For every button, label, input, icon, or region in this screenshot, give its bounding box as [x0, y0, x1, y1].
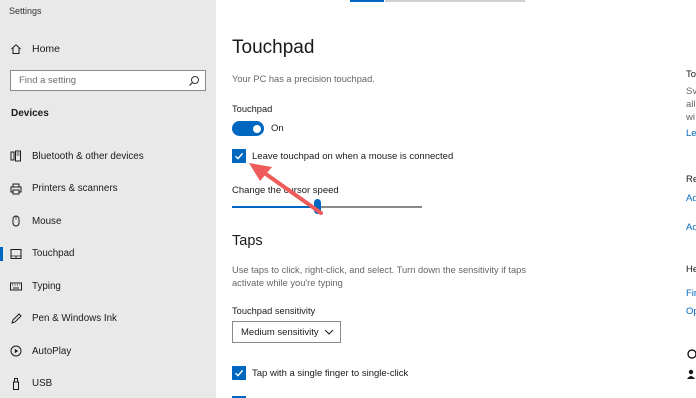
sidebar-item-typing[interactable]: Typing [0, 270, 216, 303]
top-tab-indicator [385, 0, 525, 2]
touchpad-icon [10, 248, 22, 260]
sidebar-item-label: Printers & scanners [32, 183, 118, 195]
sidebar-item-touchpad[interactable]: Touchpad [0, 238, 216, 271]
touchpad-sensitivity-label: Touchpad sensitivity [232, 306, 316, 316]
main-content: Touchpad Your PC has a precision touchpa… [216, 0, 686, 398]
sidebar-item-label: Pen & Windows Ink [32, 313, 117, 325]
sidebar-item-label: Touchpad [32, 248, 75, 260]
page-title: Touchpad [232, 37, 315, 58]
keyboard-icon [10, 280, 22, 292]
related-heading: He [686, 264, 696, 275]
related-link[interactable]: Ad [686, 222, 696, 233]
related-heading: Re [686, 174, 696, 185]
touchpad-toggle[interactable] [232, 121, 264, 136]
related-link[interactable]: Fir [686, 288, 696, 299]
sidebar-section-title: Devices [11, 108, 49, 119]
chevron-down-icon [324, 329, 334, 335]
related-link[interactable]: Le [686, 128, 696, 139]
dropdown-selected-value: Medium sensitivity [241, 326, 319, 338]
bluetooth-devices-icon [10, 150, 22, 162]
touchpad-sensitivity-dropdown[interactable]: Medium sensitivity [232, 321, 341, 343]
toggle-state-text: On [271, 123, 284, 134]
pen-icon [10, 313, 22, 325]
search-input[interactable] [11, 71, 181, 90]
touchpad-toggle-label: Touchpad [232, 104, 273, 114]
related-text: wi [686, 112, 695, 123]
slider-thumb[interactable] [314, 199, 322, 214]
sidebar-item-label: USB [32, 378, 53, 390]
slider-fill [232, 206, 318, 208]
precision-note: Your PC has a precision touchpad. [232, 74, 375, 84]
search-icon[interactable] [188, 74, 200, 86]
sidebar-nav: Bluetooth & other devices Printers & sca… [0, 140, 216, 398]
leave-touchpad-on-checkbox-row[interactable]: Leave touchpad on when a mouse is connec… [232, 149, 453, 163]
related-text: Sv [686, 86, 696, 97]
checkmark-icon [235, 369, 244, 377]
sidebar-item-label: Bluetooth & other devices [32, 150, 144, 162]
app-title: Settings [9, 6, 42, 16]
checkmark-icon [235, 152, 244, 160]
related-link[interactable]: Ad [686, 193, 696, 204]
related-link[interactable]: Op [686, 306, 696, 317]
single-tap-label: Tap with a single finger to single-click [252, 367, 409, 379]
taps-description: Use taps to click, right-click, and sele… [232, 265, 527, 288]
single-tap-checkbox-row[interactable]: Tap with a single finger to single-click [232, 366, 408, 380]
mouse-icon [10, 215, 22, 227]
sidebar-item-usb[interactable]: USB [0, 368, 216, 398]
get-help-icon[interactable] [687, 349, 696, 359]
sidebar-item-label: AutoPlay [32, 345, 72, 357]
leave-touchpad-on-checkbox[interactable] [232, 149, 246, 163]
autoplay-icon [10, 345, 22, 357]
related-heading: To [686, 69, 696, 80]
related-text: all [686, 99, 696, 110]
cursor-speed-slider[interactable] [232, 199, 424, 215]
leave-touchpad-on-label: Leave touchpad on when a mouse is connec… [252, 150, 454, 162]
related-settings-column: To Sv all wi Le Re Ad Ad He Fir Op [686, 0, 696, 398]
usb-icon [10, 377, 22, 390]
cursor-speed-label: Change the cursor speed [232, 185, 339, 196]
taps-section-heading: Taps [232, 233, 263, 249]
sidebar-item-pen[interactable]: Pen & Windows Ink [0, 303, 216, 336]
sidebar-item-bluetooth[interactable]: Bluetooth & other devices [0, 140, 216, 173]
home-nav-item[interactable]: Home [10, 40, 60, 58]
sidebar-item-printers[interactable]: Printers & scanners [0, 173, 216, 206]
sidebar-item-label: Mouse [32, 215, 62, 227]
feedback-icon[interactable] [687, 369, 696, 379]
search-box [10, 70, 206, 91]
sidebar-item-autoplay[interactable]: AutoPlay [0, 335, 216, 368]
sidebar: Settings Home Devices Bluetooth & other … [0, 0, 216, 398]
top-tab-indicator-active [350, 0, 384, 2]
toggle-knob [253, 124, 261, 133]
home-label: Home [32, 43, 61, 55]
home-icon [10, 43, 22, 55]
single-tap-checkbox[interactable] [232, 366, 246, 380]
sidebar-item-mouse[interactable]: Mouse [0, 205, 216, 238]
sidebar-item-label: Typing [32, 280, 61, 292]
printer-icon [10, 183, 22, 195]
